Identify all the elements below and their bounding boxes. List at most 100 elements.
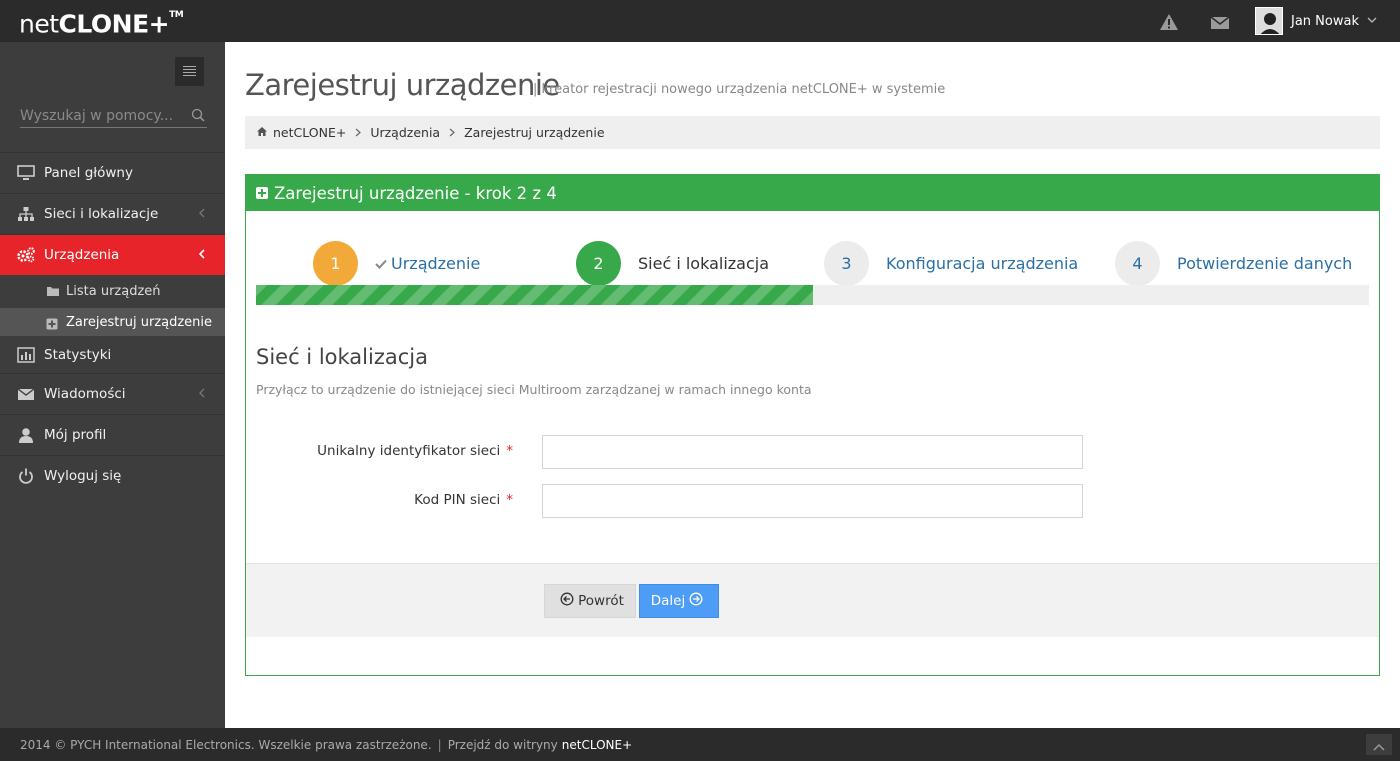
- footer-separator: |: [437, 737, 442, 752]
- back-button[interactable]: Powrót: [544, 584, 636, 618]
- home-icon: [256, 125, 268, 140]
- sidebar-item-label: Sieci i lokalizacje: [44, 206, 159, 222]
- sidebar-item-logout[interactable]: Wyloguj się: [0, 455, 225, 496]
- footer-link-prefix: Przejdź do witryny: [447, 737, 558, 752]
- step-number: 2: [576, 241, 621, 286]
- chevron-left-icon: [198, 387, 205, 401]
- user-name: Jan Nowak: [1291, 13, 1359, 29]
- scroll-to-top-button[interactable]: [1366, 734, 1392, 755]
- wizard-title: Zarejestruj urządzenie - krok 2 z 4: [274, 183, 557, 203]
- page-title: Zarejestruj urządzenie: [245, 68, 560, 102]
- arrow-left-circle-icon: [556, 592, 578, 610]
- sidebar-item-statistics[interactable]: Statystyki: [0, 336, 225, 373]
- wizard-body: 1 Urządzenie 2 Sieć i lokalizacja 3 Konf…: [246, 211, 1379, 675]
- step-number: 3: [824, 241, 869, 286]
- breadcrumb: netCLONE+ Urządzenia Zarejestruj urządze…: [245, 116, 1380, 149]
- wizard-footer: Powrót Dalej: [246, 563, 1379, 637]
- top-bar: netCLONE+TM Jan Nowak: [0, 0, 1400, 42]
- sidebar-item-profile[interactable]: Mój profil: [0, 414, 225, 455]
- network-pin-input[interactable]: [542, 484, 1083, 518]
- help-search: [20, 106, 207, 128]
- avatar: [1255, 7, 1283, 35]
- step-label: Konfiguracja urządzenia: [886, 254, 1079, 273]
- wizard-step-4: 4 Potwierdzenie danych: [1115, 241, 1352, 286]
- sidebar-toggle-button[interactable]: [175, 57, 204, 86]
- wizard-step-3: 3 Konfiguracja urządzenia: [824, 241, 1078, 286]
- user-menu[interactable]: Jan Nowak: [1255, 6, 1377, 36]
- breadcrumb-separator-icon: [449, 125, 456, 140]
- wizard-step-1[interactable]: 1 Urządzenie: [313, 241, 480, 286]
- bar-chart-icon: [17, 347, 35, 363]
- wizard-header: Zarejestruj urządzenie - krok 2 z 4: [246, 175, 1379, 211]
- step-label: Sieć i lokalizacja: [638, 254, 770, 273]
- network-id-input[interactable]: [542, 435, 1083, 469]
- breadcrumb-separator-icon: [355, 125, 362, 140]
- wizard-panel: Zarejestruj urządzenie - krok 2 z 4 1 Ur…: [245, 174, 1380, 676]
- app-logo[interactable]: netCLONE+TM: [19, 7, 184, 39]
- sitemap-icon: [17, 206, 35, 222]
- user-icon: [17, 427, 35, 443]
- sidebar-item-networks[interactable]: Sieci i lokalizacje: [0, 193, 225, 234]
- page-footer: 2014 © PYCH International Electronics. W…: [0, 728, 1400, 761]
- sidebar-item-devices[interactable]: Urządzenia: [0, 234, 225, 275]
- wizard-step-2: 2 Sieć i lokalizacja: [576, 241, 769, 286]
- breadcrumb-devices-link[interactable]: Urządzenia: [370, 125, 440, 140]
- folder-icon: [46, 285, 60, 301]
- devices-submenu: Lista urządzeń Zarejestruj urządzenie: [0, 275, 225, 336]
- step-number: 4: [1115, 241, 1160, 286]
- sidebar-item-label: Mój profil: [44, 427, 107, 443]
- next-button-label: Dalej: [650, 593, 686, 609]
- field-label-text: Kod PIN sieci: [414, 492, 501, 508]
- sidebar-item-label: Wiadomości: [44, 386, 126, 402]
- step-label: Potwierdzenie danych: [1177, 254, 1353, 273]
- sidebar-item-label: Wyloguj się: [44, 468, 122, 484]
- sidebar-subitem-device-list[interactable]: Lista urządzeń: [0, 275, 225, 308]
- warning-icon[interactable]: [1158, 11, 1180, 33]
- sidebar-subitem-label: Zarejestruj urządzenie: [66, 314, 213, 330]
- step-label: Urządzenie: [375, 254, 480, 273]
- chevron-left-icon: [198, 248, 205, 262]
- footer-link-brand: netCLONE+: [561, 737, 633, 752]
- form-row-network-pin: Kod PIN sieci *: [246, 484, 1381, 518]
- check-icon: [375, 254, 387, 273]
- search-icon[interactable]: [191, 108, 205, 126]
- logo-text-light: net: [19, 9, 59, 39]
- step-label-text: Urządzenie: [391, 254, 481, 273]
- sidebar-subitem-register-device[interactable]: Zarejestruj urządzenie: [0, 308, 225, 336]
- main-nav: Panel główny Sieci i lokalizacje Urządze…: [0, 152, 225, 496]
- field-label-text: Unikalny identyfikator sieci: [317, 443, 501, 459]
- page-subtitle: | kreator rejestracji nowego urządzenia …: [533, 82, 946, 97]
- arrow-right-circle-icon: [685, 592, 707, 610]
- section-description: Przyłącz to urządzenie do istniejącej si…: [256, 382, 812, 397]
- envelope-icon[interactable]: [1209, 11, 1231, 33]
- back-button-label: Powrót: [578, 593, 624, 609]
- footer-link[interactable]: Przejdź do witryny netCLONE+: [448, 738, 632, 752]
- wizard-progress-fill: [256, 285, 813, 305]
- network-pin-label: Kod PIN sieci *: [414, 492, 513, 508]
- network-id-label: Unikalny identyfikator sieci *: [317, 443, 513, 459]
- sidebar-item-dashboard[interactable]: Panel główny: [0, 152, 225, 193]
- copyright-text: 2014 © PYCH International Electronics. W…: [20, 737, 432, 752]
- chevron-left-icon: [198, 207, 205, 221]
- next-button[interactable]: Dalej: [639, 584, 719, 618]
- breadcrumb-home-link[interactable]: netCLONE+: [273, 125, 346, 140]
- chevron-up-icon: [1373, 740, 1385, 754]
- sidebar-item-label: Statystyki: [44, 346, 112, 363]
- sidebar-item-messages[interactable]: Wiadomości: [0, 373, 225, 414]
- sidebar-subitem-label: Lista urządzeń: [66, 284, 161, 299]
- wizard-progress-bar: [256, 285, 1369, 305]
- plus-square-icon: [256, 187, 268, 199]
- sidebar: Panel główny Sieci i lokalizacje Urządze…: [0, 42, 225, 728]
- required-marker: *: [506, 492, 513, 508]
- section-title: Sieć i lokalizacja: [256, 345, 428, 369]
- plus-square-icon: [46, 318, 58, 334]
- envelope-icon: [17, 386, 35, 402]
- help-search-input[interactable]: [20, 106, 180, 126]
- required-marker: *: [506, 443, 513, 459]
- breadcrumb-current: Zarejestruj urządzenie: [464, 125, 605, 140]
- logo-text-bold: CLONE+: [58, 9, 170, 39]
- cogs-icon: [17, 247, 35, 263]
- power-icon: [17, 468, 35, 484]
- sidebar-item-label: Urządzenia: [44, 247, 120, 263]
- monitor-icon: [17, 165, 35, 181]
